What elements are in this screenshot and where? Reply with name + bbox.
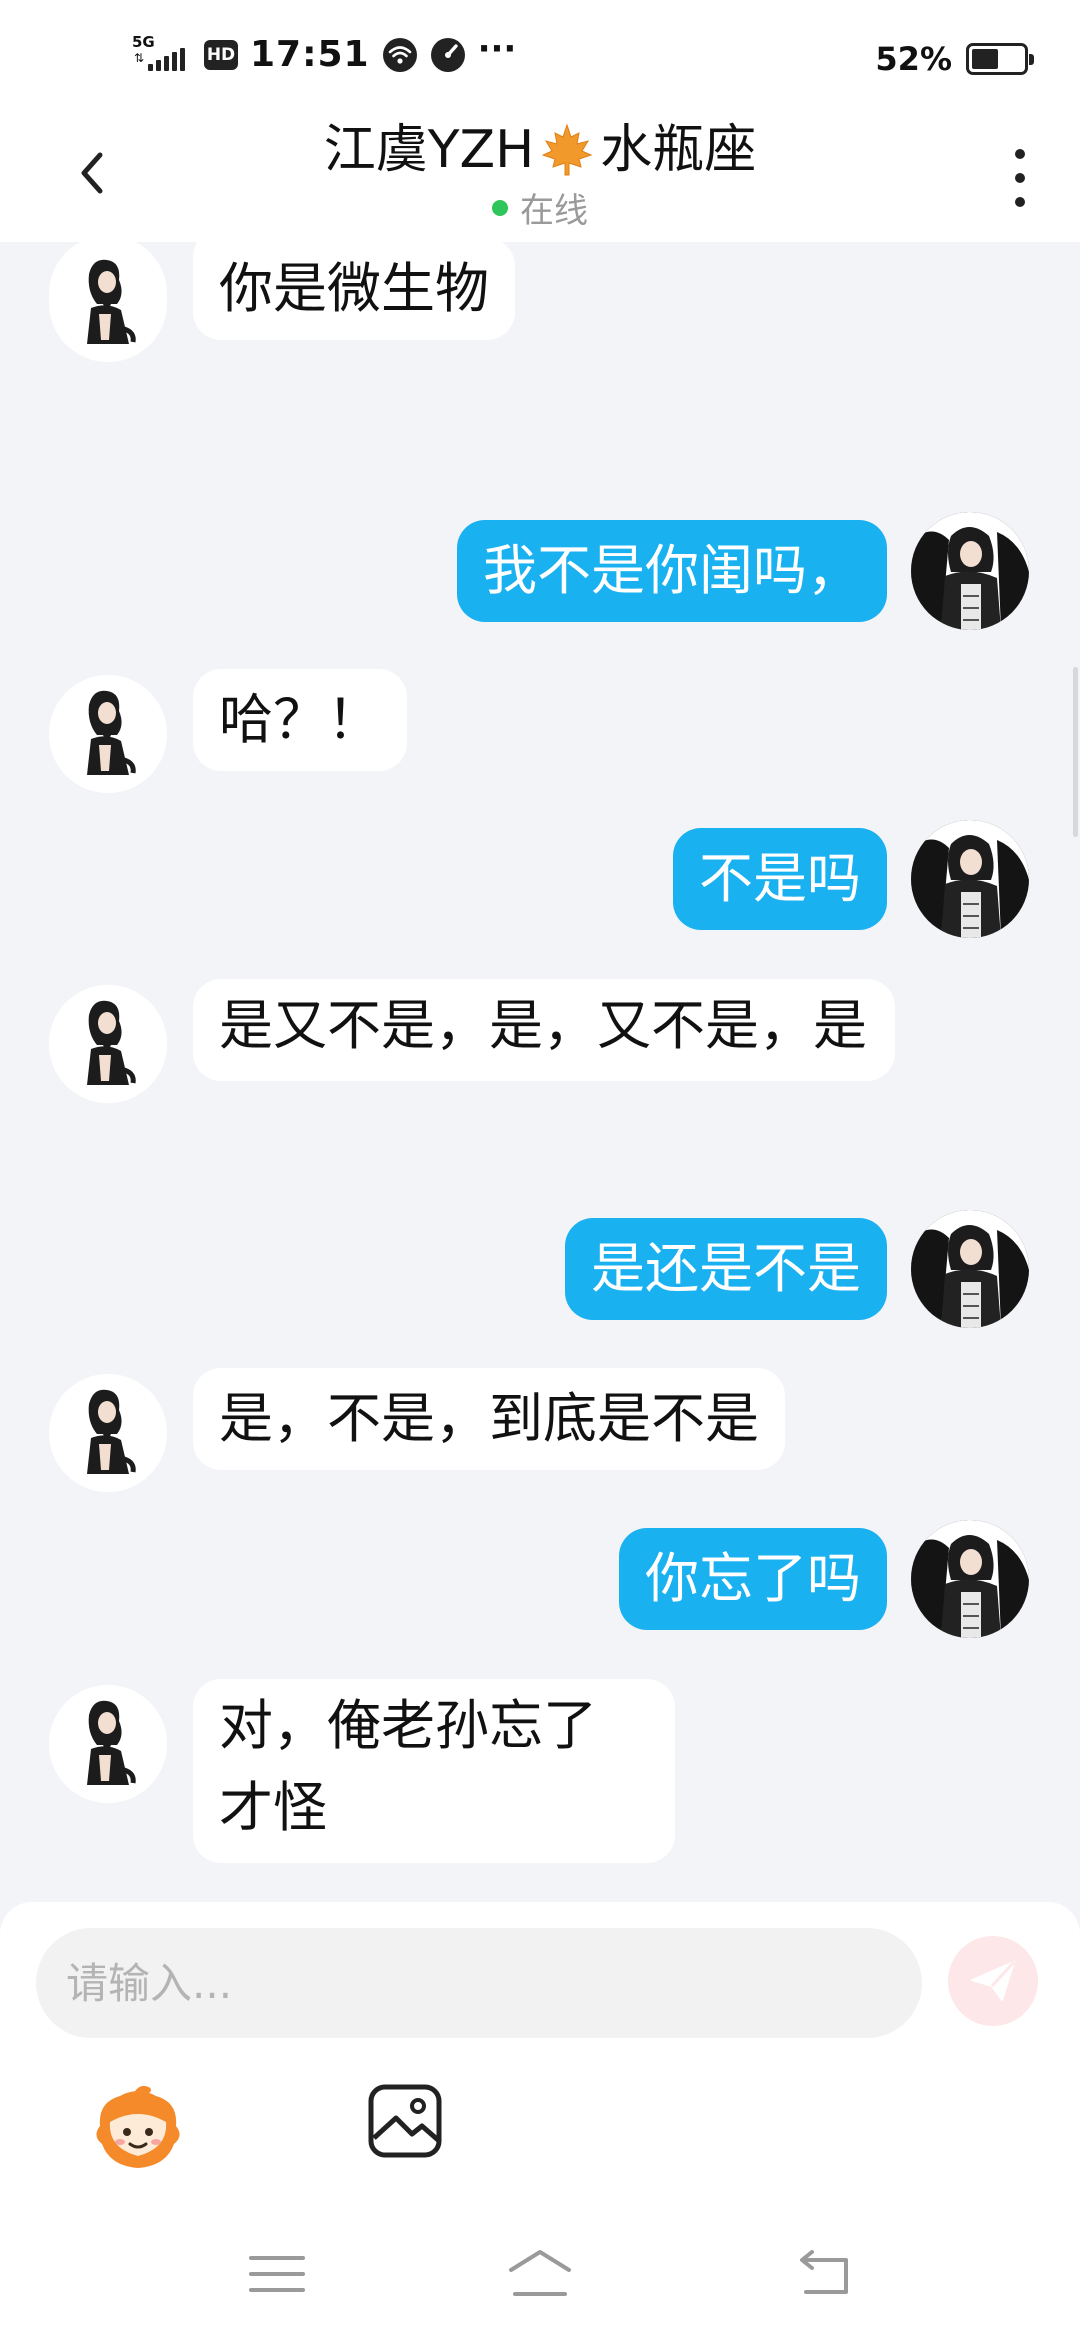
chat-header: 江虞YZH 水瓶座 在线 [0, 115, 1080, 242]
my-avatar[interactable] [911, 1520, 1029, 1638]
scrollbar[interactable] [1073, 667, 1078, 837]
contact-avatar[interactable] [49, 985, 167, 1103]
message-list[interactable]: 个对 你是微生物 [0, 242, 1080, 1902]
avatar-image [49, 985, 167, 1103]
contact-avatar[interactable] [49, 244, 167, 362]
avatar-image [911, 1520, 1029, 1638]
outgoing-message-bubble[interactable]: 不是吗 [673, 828, 887, 930]
gauge-icon [430, 37, 465, 72]
incoming-message-bubble[interactable]: 你是微生物 [193, 242, 515, 340]
back-nav-icon[interactable] [790, 2244, 860, 2304]
header-title-block: 江虞YZH 水瓶座 在线 [0, 115, 1080, 232]
image-icon[interactable] [366, 2082, 444, 2160]
avatar-image [49, 244, 167, 362]
home-icon[interactable] [505, 2244, 575, 2304]
status-time: 17:51 [250, 34, 370, 75]
contact-name-suffix: 水瓶座 [600, 120, 757, 180]
battery-icon [966, 43, 1034, 75]
outgoing-message-bubble[interactable]: 我不是你闺吗， [457, 520, 887, 622]
message-input[interactable] [36, 1928, 922, 2038]
status-bar: 5G ⇅ HD 17:51 ··· 52% [0, 0, 1080, 115]
my-avatar[interactable] [911, 1210, 1029, 1328]
online-dot-icon [492, 199, 508, 216]
contact-name[interactable]: 江虞YZH 水瓶座 [324, 115, 757, 185]
chat-screen: 5G ⇅ HD 17:51 ··· 52% 江虞YZH 水瓶座 在线 你是微生物… [0, 0, 1080, 2340]
contact-avatar[interactable] [49, 1374, 167, 1492]
incoming-message-bubble[interactable]: 是又不是，是，又不是，是 [193, 979, 895, 1081]
online-status: 在线 [0, 183, 1080, 232]
more-status-icon: ··· [477, 28, 517, 69]
incoming-message-bubble[interactable]: 对，俺老孙忘了才怪 [193, 1679, 675, 1863]
contact-avatar[interactable] [49, 675, 167, 793]
wifi-icon [382, 37, 417, 72]
send-icon [971, 1960, 1016, 2001]
avatar-image [911, 820, 1029, 938]
send-button[interactable] [948, 1936, 1038, 2026]
more-vertical-icon[interactable] [1000, 143, 1040, 213]
my-avatar[interactable] [911, 512, 1029, 630]
signal-icon: 5G ⇅ [132, 34, 192, 75]
status-right: 52% [875, 40, 1034, 78]
avatar-image [49, 1374, 167, 1492]
online-status-text: 在线 [520, 191, 588, 231]
avatar-image [49, 1685, 167, 1803]
hd-icon: HD [204, 39, 238, 70]
maple-leaf-icon [541, 123, 593, 176]
status-left: 5G ⇅ HD 17:51 ··· [132, 28, 517, 76]
outgoing-message-bubble[interactable]: 是还是不是 [565, 1218, 887, 1320]
incoming-message-bubble[interactable]: 哈？！ [193, 669, 407, 771]
system-navigation-bar [0, 2210, 1080, 2340]
outgoing-message-bubble[interactable]: 你忘了吗 [619, 1528, 887, 1630]
my-avatar[interactable] [911, 820, 1029, 938]
data-arrows-icon: ⇅ [134, 50, 145, 65]
menu-icon[interactable] [243, 2244, 313, 2304]
avatar-image [911, 1210, 1029, 1328]
battery-percent: 52% [875, 40, 952, 78]
sticker-icon[interactable] [90, 2082, 186, 2178]
contact-name-prefix: 江虞YZH [323, 120, 535, 180]
avatar-image [911, 512, 1029, 630]
avatar-image [49, 675, 167, 793]
contact-avatar[interactable] [49, 1685, 167, 1803]
incoming-message-bubble[interactable]: 是，不是，到底是不是 [193, 1368, 785, 1470]
